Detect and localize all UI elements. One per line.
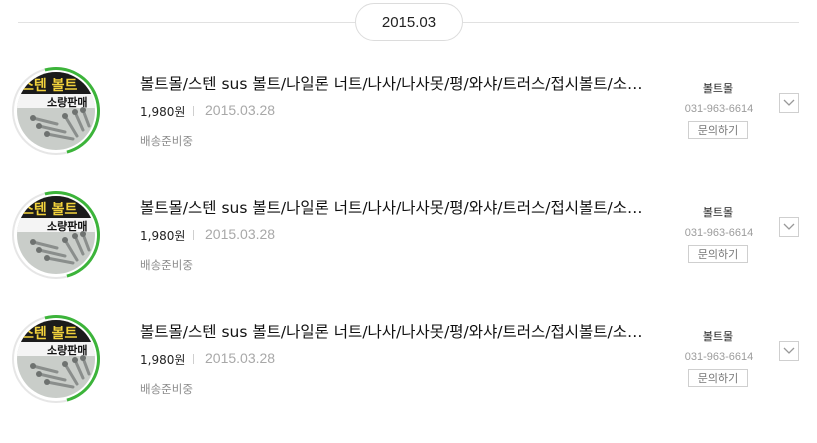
seller-name[interactable]: 볼트몰 bbox=[690, 328, 746, 344]
order-status: 배송준비중 bbox=[140, 258, 193, 272]
order-status: 배송준비중 bbox=[140, 134, 193, 148]
order-date: 2015.03.28 bbox=[205, 102, 276, 118]
order-status: 배송준비중 bbox=[140, 382, 193, 396]
product-image: 스텐 볼트 소량판매 bbox=[17, 320, 95, 398]
date-group-label: 2015.03 bbox=[355, 3, 463, 41]
product-price: 1,980원 bbox=[140, 229, 186, 243]
product-title-link[interactable]: 볼트몰/스텐 sus 볼트/나일론 너트/나사/나사못/평/와샤/트러스/접시볼… bbox=[140, 196, 645, 218]
inquiry-button[interactable]: 문의하기 bbox=[688, 369, 748, 387]
divider-line-right bbox=[463, 22, 799, 23]
order-row: 스텐 볼트 소량판매 볼트몰/스텐 sus 볼트/나일론 너트/나사/나사못/평… bbox=[0, 298, 817, 443]
screws-image bbox=[30, 231, 91, 265]
chevron-down-icon bbox=[783, 99, 795, 106]
order-row: 스텐 볼트 소량판매 볼트몰/스텐 sus 볼트/나일론 너트/나사/나사못/평… bbox=[0, 50, 817, 195]
expand-toggle-button[interactable] bbox=[779, 217, 799, 237]
chevron-down-icon bbox=[783, 223, 795, 230]
product-image: 스텐 볼트 소량판매 bbox=[17, 72, 95, 150]
product-price: 1,980원 bbox=[140, 353, 186, 367]
order-date: 2015.03.28 bbox=[205, 350, 276, 366]
chevron-down-icon bbox=[783, 347, 795, 354]
product-thumbnail[interactable]: 스텐 볼트 소량판매 bbox=[0, 298, 117, 420]
divider bbox=[193, 106, 194, 116]
divider-line-left bbox=[18, 22, 355, 23]
product-title-link[interactable]: 볼트몰/스텐 sus 볼트/나일론 너트/나사/나사못/평/와샤/트러스/접시볼… bbox=[140, 72, 645, 94]
seller-name[interactable]: 볼트몰 bbox=[690, 80, 746, 96]
seller-phone: 031-963-6614 bbox=[684, 227, 754, 239]
seller-phone: 031-963-6614 bbox=[684, 351, 754, 363]
order-row: 스텐 볼트 소량판매 볼트몰/스텐 sus 볼트/나일론 너트/나사/나사못/평… bbox=[0, 174, 817, 319]
seller-name[interactable]: 볼트몰 bbox=[690, 204, 746, 220]
divider bbox=[193, 354, 194, 364]
inquiry-button[interactable]: 문의하기 bbox=[688, 245, 748, 263]
date-divider: 2015.03 bbox=[0, 0, 817, 45]
expand-toggle-button[interactable] bbox=[779, 341, 799, 361]
seller-phone: 031-963-6614 bbox=[684, 103, 754, 115]
expand-toggle-button[interactable] bbox=[779, 93, 799, 113]
screws-image bbox=[30, 355, 91, 389]
product-image: 스텐 볼트 소량판매 bbox=[17, 196, 95, 274]
product-price: 1,980원 bbox=[140, 105, 186, 119]
product-thumbnail[interactable]: 스텐 볼트 소량판매 bbox=[0, 174, 117, 296]
divider bbox=[193, 230, 194, 240]
product-thumbnail[interactable]: 스텐 볼트 소량판매 bbox=[0, 50, 117, 172]
screws-image bbox=[30, 107, 91, 141]
order-date: 2015.03.28 bbox=[205, 226, 276, 242]
inquiry-button[interactable]: 문의하기 bbox=[688, 121, 748, 139]
product-title-link[interactable]: 볼트몰/스텐 sus 볼트/나일론 너트/나사/나사못/평/와샤/트러스/접시볼… bbox=[140, 320, 645, 342]
